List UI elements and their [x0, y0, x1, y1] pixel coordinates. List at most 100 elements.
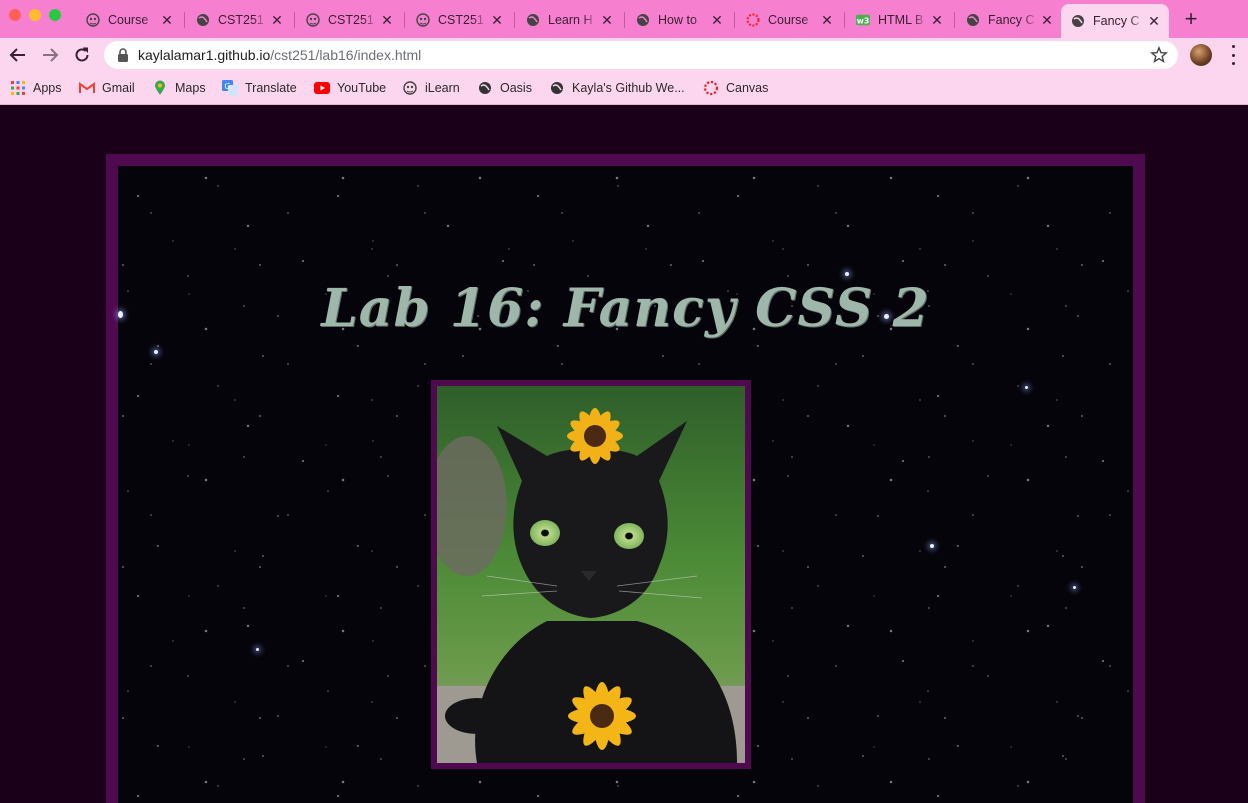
close-window-button[interactable]: [9, 9, 21, 21]
tab-title: CST251: [438, 13, 484, 27]
tab-separator: [954, 12, 955, 28]
globe-icon: [196, 13, 210, 27]
starfield-background: Lab 16: Fancy CSS 2: [118, 166, 1133, 803]
close-icon[interactable]: ✕: [928, 12, 946, 29]
photo-frame: [431, 380, 751, 769]
eagle-icon: [416, 13, 430, 27]
eagle-icon: [306, 13, 320, 27]
close-icon[interactable]: ✕: [1038, 12, 1056, 29]
maximize-window-button[interactable]: [49, 9, 61, 21]
canvas-icon: [703, 80, 719, 96]
cat-photo: [437, 386, 745, 763]
star: [930, 544, 934, 548]
back-button[interactable]: [6, 43, 30, 67]
translate-icon: G: [222, 80, 238, 96]
tab-separator: [844, 12, 845, 28]
tab-title: Fancy C: [1093, 14, 1140, 28]
close-icon[interactable]: ✕: [818, 12, 836, 29]
address-bar[interactable]: kaylalamar1.github.io/cst251/lab16/index…: [104, 41, 1178, 69]
tab-6[interactable]: How to ✕: [626, 5, 732, 35]
bookmark-kaylas-github[interactable]: Kayla's Github We...: [549, 79, 685, 97]
profile-avatar[interactable]: [1190, 44, 1212, 66]
tab-separator: [184, 12, 185, 28]
tab-10-active[interactable]: Fancy C ✕: [1061, 4, 1169, 38]
tab-title: How to: [658, 13, 697, 27]
url-host: kaylalamar1.github.io: [138, 47, 271, 63]
web-page: Lab 16: Fancy CSS 2: [0, 105, 1248, 803]
bookmark-ilearn[interactable]: iLearn: [402, 79, 460, 97]
star: [845, 272, 849, 276]
bookmark-youtube[interactable]: YouTube: [314, 79, 386, 97]
star: [1073, 586, 1076, 589]
bookmark-apps[interactable]: Apps: [10, 79, 62, 97]
bookmark-label: Maps: [175, 81, 206, 95]
content-frame: Lab 16: Fancy CSS 2: [106, 154, 1145, 803]
tab-title: Fancy C: [988, 13, 1035, 27]
bookmark-canvas[interactable]: Canvas: [703, 79, 768, 97]
forward-arrow-icon: [43, 48, 59, 62]
tab-separator: [734, 12, 735, 28]
tab-8[interactable]: w3 HTML B ✕: [846, 5, 952, 35]
globe-icon: [526, 13, 540, 27]
close-icon[interactable]: ✕: [708, 12, 726, 29]
canvas-icon: [746, 13, 760, 27]
close-icon[interactable]: ✕: [158, 12, 176, 29]
tab-separator: [404, 12, 405, 28]
tab-4[interactable]: CST251 ✕: [406, 5, 512, 35]
back-arrow-icon: [9, 48, 25, 62]
star: [154, 350, 158, 354]
close-icon[interactable]: ✕: [268, 12, 286, 29]
tab-separator: [624, 12, 625, 28]
forward-button[interactable]: [38, 43, 62, 67]
maps-pin-icon: [152, 80, 168, 96]
tab-9[interactable]: Fancy C ✕: [956, 5, 1062, 35]
bookmark-label: Translate: [245, 81, 297, 95]
tab-3[interactable]: CST251 ✕: [296, 5, 402, 35]
tab-separator: [514, 12, 515, 28]
url-path: /cst251/lab16/index.html: [270, 47, 422, 63]
bookmark-label: Canvas: [726, 81, 769, 95]
globe-icon: [477, 80, 493, 96]
close-icon[interactable]: ✕: [378, 12, 396, 29]
tab-7[interactable]: Course ✕: [736, 5, 842, 35]
bookmark-oasis[interactable]: Oasis: [477, 79, 532, 97]
globe-icon: [966, 13, 980, 27]
bookmark-label: Gmail: [102, 81, 135, 95]
tab-1[interactable]: Course ✕: [76, 5, 182, 35]
eagle-icon: [86, 13, 100, 27]
youtube-icon: [314, 80, 330, 96]
lock-icon[interactable]: [116, 48, 130, 62]
tab-2[interactable]: CST251 ✕: [186, 5, 292, 35]
browser-menu-button[interactable]: [1226, 45, 1240, 65]
tab-title: CST251: [328, 13, 374, 27]
bookmark-maps[interactable]: Maps: [152, 79, 206, 97]
star: [1025, 386, 1028, 389]
bookmark-gmail[interactable]: Gmail: [79, 79, 135, 97]
bookmark-label: Apps: [33, 81, 62, 95]
bookmark-star-icon[interactable]: [1150, 45, 1168, 64]
svg-text:w3: w3: [857, 17, 870, 26]
tab-title: Course: [768, 13, 809, 27]
apps-grid-icon: [10, 80, 26, 96]
new-tab-button[interactable]: +: [1180, 6, 1202, 32]
bookmark-label: iLearn: [425, 81, 460, 95]
eagle-icon: [402, 80, 418, 96]
minimize-window-button[interactable]: [29, 9, 41, 21]
reload-button[interactable]: [70, 43, 94, 67]
w3-icon: w3: [856, 13, 870, 27]
tab-title: HTML B: [878, 13, 924, 27]
tab-separator: [294, 12, 295, 28]
tab-title: Course: [108, 13, 149, 27]
page-title: Lab 16: Fancy CSS 2: [321, 278, 930, 339]
close-icon[interactable]: ✕: [1145, 13, 1163, 30]
globe-icon: [1071, 14, 1085, 28]
tab-strip: Course ✕ CST251 ✕ CST251 ✕ CST251 ✕ Lear…: [0, 0, 1248, 38]
tab-5[interactable]: Learn H ✕: [516, 5, 622, 35]
bookmark-label: Kayla's Github We...: [572, 81, 685, 95]
bookmark-translate[interactable]: G Translate: [222, 79, 297, 97]
tab-title: Learn H: [548, 13, 593, 27]
bookmark-label: Oasis: [500, 81, 532, 95]
star: [256, 648, 259, 651]
close-icon[interactable]: ✕: [598, 12, 616, 29]
close-icon[interactable]: ✕: [488, 12, 506, 29]
